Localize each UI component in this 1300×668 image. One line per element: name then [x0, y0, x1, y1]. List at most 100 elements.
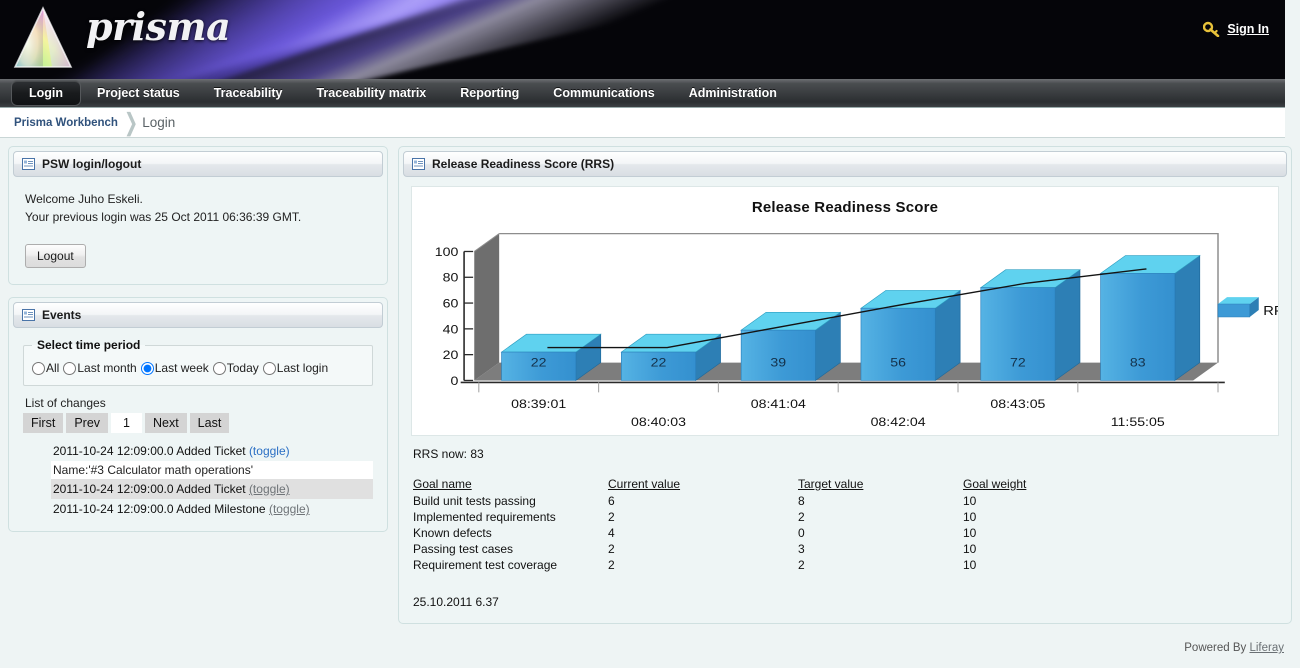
events-portlet-body: Select time period All Last month Las — [13, 328, 383, 527]
svg-text:RRS: RRS — [1263, 303, 1278, 318]
psw-login-portlet-title: PSW login/logout — [42, 157, 141, 171]
event-toggle-link[interactable]: (toggle) — [269, 502, 310, 516]
main-navigation: Login Project status Traceability Tracea… — [0, 79, 1285, 108]
goal-name: Requirement test coverage — [413, 557, 608, 573]
events-portlet: Events Select time period All Last month — [8, 297, 388, 532]
list-of-changes-label: List of changes — [25, 396, 373, 410]
pager-first-button[interactable]: First — [23, 413, 63, 433]
goal-weight: 10 — [963, 541, 1026, 557]
svg-text:60: 60 — [443, 296, 459, 310]
svg-text:22: 22 — [651, 355, 667, 369]
radio-last-month-label: Last month — [77, 361, 136, 375]
right-column: Release Readiness Score (RRS) Release Re… — [398, 146, 1292, 636]
svg-text:08:40:03: 08:40:03 — [631, 415, 686, 429]
time-period-legend: Select time period — [32, 338, 145, 352]
radio-last-login-label: Last login — [277, 361, 328, 375]
radio-last-month-input[interactable] — [63, 362, 76, 375]
goals-table-header-row: Goal name Current value Target value Goa… — [413, 477, 1026, 493]
goal-target-value: 8 — [798, 493, 963, 509]
rrs-portlet-title: Release Readiness Score (RRS) — [432, 157, 614, 171]
events-list: 2011-10-24 12:09:00.0 Added Ticket (togg… — [51, 441, 373, 519]
table-row: Requirement test coverage2210 — [413, 557, 1026, 573]
goal-current-value: 6 — [608, 493, 798, 509]
svg-text:20: 20 — [443, 348, 459, 362]
goal-target-value: 2 — [798, 509, 963, 525]
page-content: PSW login/logout Welcome Juho Eskeli. Yo… — [0, 138, 1300, 636]
nav-item-traceability[interactable]: Traceability — [197, 79, 300, 107]
portlet-window-icon — [412, 158, 425, 170]
liferay-link[interactable]: Liferay — [1249, 642, 1284, 654]
pager-last-button[interactable]: Last — [190, 413, 230, 433]
svg-text:11:55:05: 11:55:05 — [1111, 415, 1165, 429]
welcome-message: Welcome Juho Eskeli. — [25, 190, 371, 208]
radio-all-input[interactable] — [32, 362, 45, 375]
radio-last-week-input[interactable] — [141, 362, 154, 375]
radio-last-login[interactable]: Last login — [263, 361, 328, 375]
portlet-window-icon — [22, 309, 35, 321]
goal-current-value: 2 — [608, 557, 798, 573]
pager-current-page: 1 — [111, 413, 142, 433]
svg-text:72: 72 — [1010, 355, 1026, 369]
list-item[interactable]: 2011-10-24 12:09:00.0 Added Ticket (togg… — [51, 441, 373, 461]
brand-title: prisma — [86, 4, 230, 49]
svg-text:08:42:04: 08:42:04 — [871, 415, 926, 429]
radio-last-week[interactable]: Last week — [141, 361, 209, 375]
signin-link[interactable]: Sign In — [1227, 22, 1269, 36]
event-detail: Name:'#3 Calculator math operations' — [51, 461, 373, 479]
chart-plot-area: 02040608010022223956728308:39:0108:40:03… — [412, 187, 1278, 435]
nav-item-login[interactable]: Login — [12, 81, 80, 105]
previous-login-message: Your previous login was 25 Oct 2011 06:3… — [25, 208, 371, 226]
svg-text:39: 39 — [770, 355, 786, 369]
goal-name: Known defects — [413, 525, 608, 541]
goal-name: Build unit tests passing — [413, 493, 608, 509]
svg-text:22: 22 — [531, 355, 547, 369]
svg-text:100: 100 — [435, 245, 459, 259]
radio-last-login-input[interactable] — [263, 362, 276, 375]
breadcrumb-home-link[interactable]: Prisma Workbench — [14, 117, 118, 129]
logout-button[interactable]: Logout — [25, 244, 86, 268]
list-item[interactable]: 2011-10-24 12:09:00.0 Added Ticket (togg… — [51, 479, 373, 499]
rrs-now-value: RRS now: 83 — [413, 447, 1287, 461]
event-text: 2011-10-24 12:09:00.0 Added Ticket — [53, 444, 249, 458]
radio-last-week-label: Last week — [155, 361, 209, 375]
nav-item-project-status[interactable]: Project status — [80, 79, 197, 107]
goal-target-value: 3 — [798, 541, 963, 557]
breadcrumb-separator-icon: ❯ — [124, 108, 138, 137]
event-toggle-link[interactable]: (toggle) — [249, 444, 290, 458]
signin-area[interactable]: Sign In — [1203, 21, 1269, 37]
events-portlet-header: Events — [13, 302, 383, 328]
nav-item-administration[interactable]: Administration — [672, 79, 794, 107]
svg-text:83: 83 — [1130, 355, 1146, 369]
goal-target-value: 2 — [798, 557, 963, 573]
goal-current-value: 2 — [608, 541, 798, 557]
header-current-value: Current value — [608, 477, 798, 493]
svg-text:80: 80 — [443, 271, 459, 285]
pager-next-button[interactable]: Next — [145, 413, 187, 433]
goal-weight: 10 — [963, 509, 1026, 525]
event-text: 2011-10-24 12:09:00.0 Added Ticket — [53, 482, 249, 496]
nav-item-traceability-matrix[interactable]: Traceability matrix — [299, 79, 443, 107]
goals-table: Goal name Current value Target value Goa… — [413, 477, 1026, 573]
time-period-fieldset: Select time period All Last month Las — [23, 338, 373, 386]
portlet-window-icon — [22, 158, 35, 170]
event-toggle-link[interactable]: (toggle) — [249, 482, 290, 496]
psw-login-portlet-header: PSW login/logout — [13, 151, 383, 177]
event-text: 2011-10-24 12:09:00.0 Added Milestone — [53, 502, 269, 516]
radio-last-month[interactable]: Last month — [63, 361, 136, 375]
report-timestamp: 25.10.2011 6.37 — [413, 595, 1287, 609]
list-item[interactable]: 2011-10-24 12:09:00.0 Added Milestone (t… — [51, 499, 373, 519]
page-footer: Powered By Liferay — [0, 636, 1300, 654]
svg-text:08:43:05: 08:43:05 — [990, 397, 1045, 411]
radio-today-input[interactable] — [213, 362, 226, 375]
svg-text:40: 40 — [443, 322, 459, 336]
nav-item-communications[interactable]: Communications — [536, 79, 671, 107]
radio-all[interactable]: All — [32, 361, 59, 375]
table-row: Known defects4010 — [413, 525, 1026, 541]
pager-prev-button[interactable]: Prev — [66, 413, 108, 433]
breadcrumb-current: Login — [142, 115, 175, 130]
table-row: Implemented requirements2210 — [413, 509, 1026, 525]
goal-current-value: 4 — [608, 525, 798, 541]
table-row: Build unit tests passing6810 — [413, 493, 1026, 509]
radio-today[interactable]: Today — [213, 361, 259, 375]
nav-item-reporting[interactable]: Reporting — [443, 79, 536, 107]
